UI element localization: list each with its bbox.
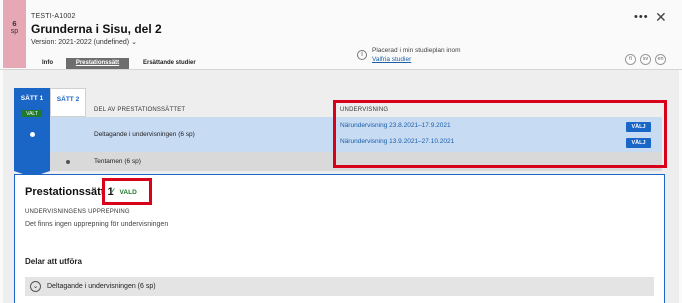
study-method-label: SÄTT 2 [56,96,80,103]
row-indicator [14,117,50,152]
course-code: TESTI-A1002 [31,13,76,20]
repeat-header: UNDERVISNINGENS UPPREPNING [25,209,130,215]
study-method-label: SÄTT 1 [20,95,44,102]
lang-button-sv[interactable]: sv [640,54,651,65]
chevron-down-icon: ⌄ [30,281,41,292]
bullet-icon [66,160,70,164]
chevron-down-icon: ⌄ [131,39,137,46]
selected-dot-icon [30,132,35,137]
more-options-icon[interactable]: ••• [634,11,649,23]
repeat-text: Det finns ingen upprepning för undervisn… [25,221,169,228]
course-modal: 6 sp TESTI-A1002 Grunderna i Sisu, del 2… [0,0,682,303]
credits-value: 6 [12,19,17,28]
tab-substitutes[interactable]: Ersättande studier [143,60,196,66]
study-method-tab-1[interactable]: SÄTT 1 VALT [14,88,50,118]
part-accordion[interactable]: ⌄ Deltagande i undervisningen (6 sp) [25,277,654,296]
part-name: Deltagande i undervisningen (6 sp) [94,131,195,138]
lang-button-en[interactable]: en [655,54,666,65]
plan-info-link[interactable]: Valfria studier [372,56,411,63]
info-icon: i [357,50,367,60]
column-header-part: DEL AV PRESTATIONSSÄTTET [94,107,186,113]
highlight-box-teaching [333,100,667,168]
close-icon[interactable]: ✕ [655,9,667,26]
credits-badge: 6 sp [3,0,26,68]
tab-study-methods[interactable]: Prestationssätt [66,58,129,69]
version-selector[interactable]: Version: 2021-2022 (undefined) ⌄ [31,38,137,46]
lang-button-fi[interactable]: fi [625,54,636,65]
study-method-tab-2[interactable]: SÄTT 2 [50,88,86,117]
part-name: Tentamen (6 sp) [94,158,141,165]
tab-info[interactable]: Info [42,60,53,66]
credits-unit: sp [10,28,19,35]
part-accordion-label: Deltagande i undervisningen (6 sp) [47,283,156,290]
highlight-box-status [102,178,152,205]
course-title: Grunderna i Sisu, del 2 [31,22,162,36]
row-indicator [14,152,50,171]
panel-title: Prestationssätt 1 [25,186,114,198]
plan-info-text: Placerad i min studieplan inom [372,47,461,54]
version-label: Version: 2021-2022 (undefined) [31,39,130,46]
parts-header: Delar att utföra [25,257,82,266]
